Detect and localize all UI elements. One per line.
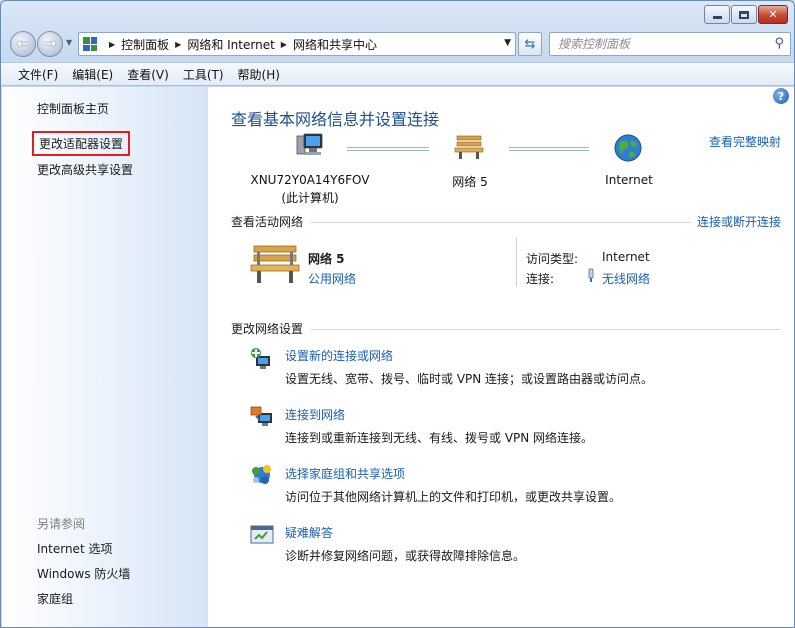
close-button[interactable]: ✕ <box>758 5 788 24</box>
network-type-link[interactable]: 公用网络 <box>308 270 356 287</box>
search-input[interactable] <box>558 37 758 51</box>
connection-line-2 <box>509 147 589 151</box>
wireless-signal-icon <box>586 268 596 283</box>
sidebar-change-adapter-settings[interactable]: 更改适配器设置 <box>32 131 131 156</box>
network-bench-icon[interactable] <box>454 134 484 160</box>
minimize-icon <box>712 16 722 19</box>
maximize-icon <box>739 10 749 19</box>
sidebar-change-advanced-sharing[interactable]: 更改高级共享设置 <box>37 161 133 178</box>
breadcrumb-network-internet[interactable]: 网络和 Internet <box>187 36 274 53</box>
address-dropdown-icon[interactable]: ▼ <box>504 38 511 48</box>
control-panel-icon <box>83 37 97 51</box>
minimize-button[interactable] <box>704 5 730 24</box>
search-icon[interactable]: ⚲ <box>774 36 784 51</box>
see-also-homegroup[interactable]: 家庭组 <box>37 590 73 607</box>
menu-tools[interactable]: 工具(T) <box>176 66 231 83</box>
wireless-connection-link[interactable]: 无线网络 <box>602 270 650 287</box>
task-setup-connection-link[interactable]: 设置新的连接或网络 <box>285 347 393 364</box>
navigation-row: ← → ▼ ▶ 控制面板 ▶ 网络和 Internet ▶ 网络和共享中心 ▼ … <box>1 29 794 59</box>
breadcrumb-control-panel[interactable]: 控制面板 <box>121 36 169 53</box>
computer-subtitle: (此计算机) <box>281 191 339 205</box>
access-type-label: 访问类型: <box>526 252 579 266</box>
task-troubleshoot-link[interactable]: 疑难解答 <box>285 524 333 541</box>
computer-name: XNU72Y0A14Y6FOV <box>250 173 370 187</box>
task-connect-network-desc: 连接到或重新连接到无线、有线、拨号或 VPN 网络连接。 <box>285 431 594 445</box>
back-arrow-icon: ← <box>17 36 29 52</box>
connection-line-1 <box>347 147 429 151</box>
main-content: ? 查看基本网络信息并设置连接 查看完整映射 XNU72Y0A14Y6FOV (… <box>208 87 794 627</box>
search-box: ⚲ <box>549 32 791 56</box>
connect-disconnect-link[interactable]: 连接或断开连接 <box>697 213 781 230</box>
section-divider <box>311 222 691 223</box>
change-settings-header: 更改网络设置 <box>231 322 304 336</box>
refresh-button[interactable]: ⇆ <box>518 32 542 56</box>
menu-edit[interactable]: 编辑(E) <box>65 66 120 83</box>
network-node-label: 网络 5 <box>452 175 488 189</box>
connections-label: 连接: <box>526 272 555 286</box>
troubleshoot-icon <box>250 523 274 547</box>
menu-file[interactable]: 文件(F) <box>11 66 65 83</box>
section-divider <box>311 329 781 330</box>
active-network-name: 网络 5 <box>308 252 345 266</box>
help-icon[interactable]: ? <box>773 88 789 104</box>
new-connection-icon <box>250 347 274 371</box>
connect-network-icon <box>250 405 274 429</box>
task-homegroup-link[interactable]: 选择家庭组和共享选项 <box>285 465 405 482</box>
page-title: 查看基本网络信息并设置连接 <box>231 110 440 129</box>
caption-buttons: ✕ <box>704 5 788 24</box>
see-also-windows-firewall[interactable]: Windows 防火墙 <box>37 565 130 582</box>
computer-node-label: XNU72Y0A14Y6FOV (此计算机) <box>245 173 375 206</box>
window: ✕ ← → ▼ ▶ 控制面板 ▶ 网络和 Internet ▶ 网络和共享中心 … <box>0 0 795 628</box>
forward-arrow-icon: → <box>44 36 56 52</box>
sidebar-control-panel-home[interactable]: 控制面板主页 <box>37 100 109 117</box>
task-connect-network-link[interactable]: 连接到网络 <box>285 406 345 423</box>
network-detail-divider <box>516 237 517 287</box>
task-troubleshoot-desc: 诊断并修复网络问题，或获得故障排除信息。 <box>285 549 526 563</box>
task-homegroup-desc: 访问位于其他网络计算机上的文件和打印机，或更改共享设置。 <box>285 490 622 504</box>
forward-button[interactable]: → <box>37 31 63 57</box>
refresh-icon: ⇆ <box>524 36 536 52</box>
active-networks-header: 查看活动网络 <box>231 215 304 229</box>
close-icon: ✕ <box>768 8 778 21</box>
breadcrumb-network-sharing-center[interactable]: 网络和共享中心 <box>293 36 377 53</box>
menu-bar: 文件(F) 编辑(E) 查看(V) 工具(T) 帮助(H) <box>1 62 794 86</box>
breadcrumb-separator-icon: ▶ <box>109 39 116 49</box>
sidebar: 控制面板主页 更改适配器设置 更改高级共享设置 另请参阅 Internet 选项… <box>2 87 208 627</box>
internet-node-label: Internet <box>605 173 653 187</box>
internet-globe-icon[interactable] <box>613 133 643 163</box>
active-network-bench-icon <box>250 243 300 285</box>
see-also-header: 另请参阅 <box>37 517 86 531</box>
breadcrumb-separator-icon: ▶ <box>175 39 182 49</box>
breadcrumb-separator-icon: ▶ <box>280 39 287 49</box>
access-type-value: Internet <box>602 250 650 264</box>
task-setup-connection-desc: 设置无线、宽带、拨号、临时或 VPN 连接；或设置路由器或访问点。 <box>285 372 654 386</box>
menu-view[interactable]: 查看(V) <box>120 66 176 83</box>
see-also-internet-options[interactable]: Internet 选项 <box>37 540 112 557</box>
homegroup-icon <box>250 463 274 487</box>
address-bar[interactable]: ▶ 控制面板 ▶ 网络和 Internet ▶ 网络和共享中心 ▼ <box>78 32 516 56</box>
recent-pages-dropdown[interactable]: ▼ <box>66 38 72 47</box>
computer-icon[interactable] <box>295 132 325 160</box>
maximize-button[interactable] <box>731 5 757 24</box>
view-full-map-link[interactable]: 查看完整映射 <box>709 133 781 150</box>
menu-help[interactable]: 帮助(H) <box>231 66 287 83</box>
back-button[interactable]: ← <box>10 31 36 57</box>
